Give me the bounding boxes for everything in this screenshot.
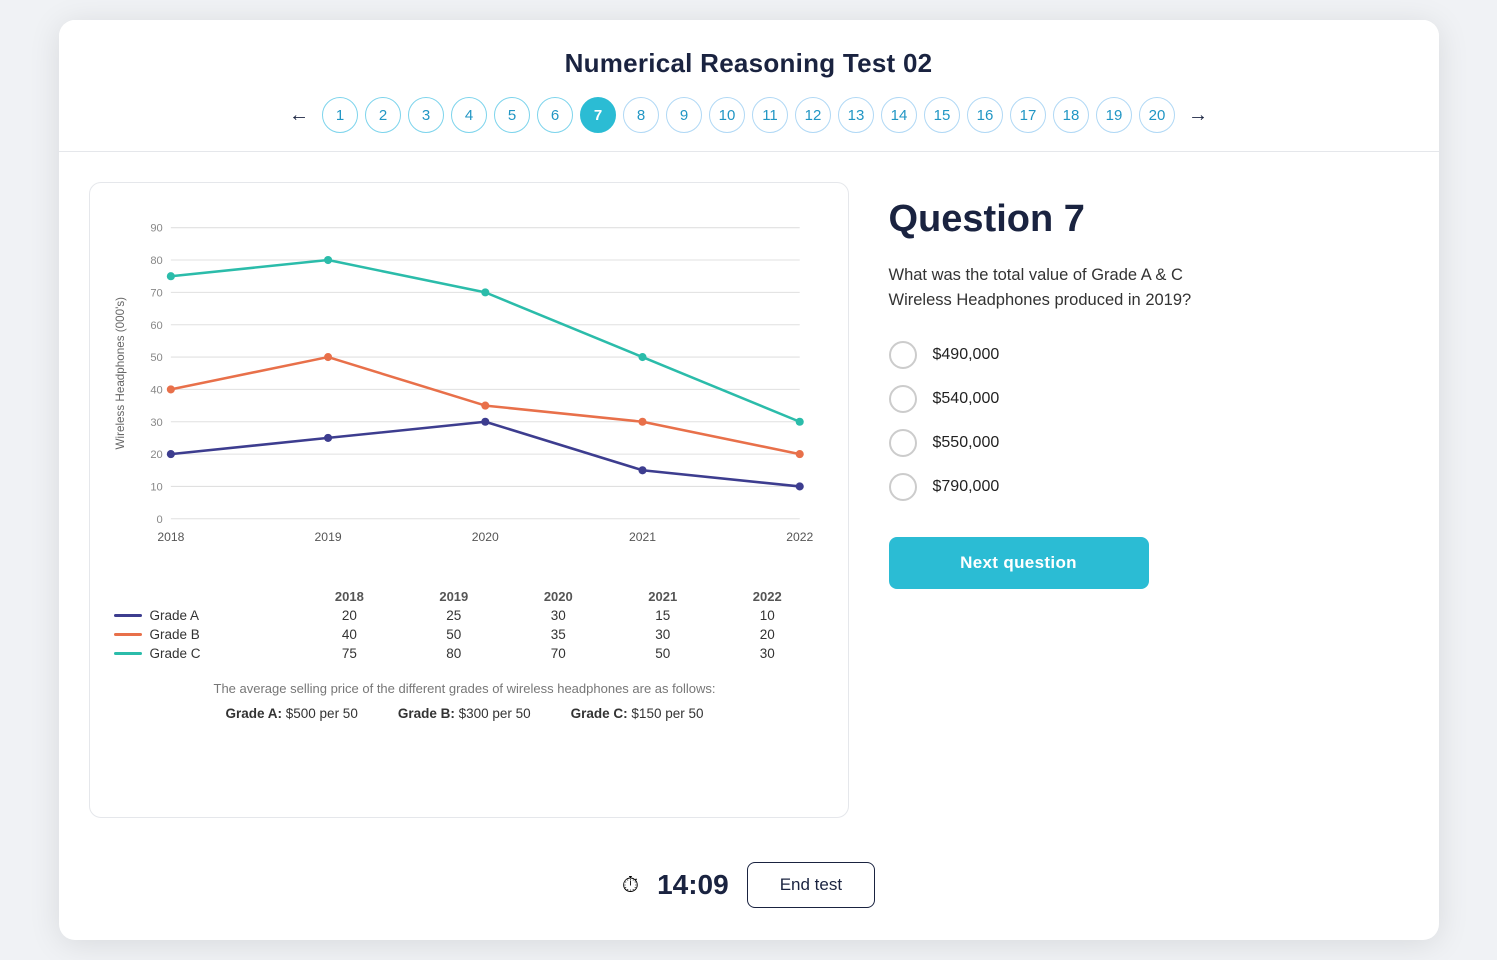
nav-question-1[interactable]: 1 [322, 97, 358, 133]
option-a[interactable]: $490,000 [889, 341, 1409, 369]
radio-b[interactable] [889, 385, 917, 413]
radio-d[interactable] [889, 473, 917, 501]
price-item: Grade B: $300 per 50 [398, 706, 531, 721]
svg-text:90: 90 [150, 223, 162, 235]
svg-text:2021: 2021 [628, 530, 655, 544]
end-test-button[interactable]: End test [747, 862, 875, 908]
svg-text:2022: 2022 [786, 530, 813, 544]
nav-question-15[interactable]: 15 [924, 97, 960, 133]
svg-text:2018: 2018 [157, 530, 184, 544]
option-label-d: $790,000 [933, 478, 1000, 496]
chart-note: The average selling price of the differe… [110, 681, 820, 696]
next-question-button[interactable]: Next question [889, 537, 1149, 589]
question-text: What was the total value of Grade A & C … [889, 263, 1229, 313]
nav-question-5[interactable]: 5 [494, 97, 530, 133]
main-content: 0 10 20 30 40 50 60 70 80 90 2018 2019 2020 2021 2022 W… [59, 152, 1439, 818]
nav-question-14[interactable]: 14 [881, 97, 917, 133]
option-c[interactable]: $550,000 [889, 429, 1409, 457]
option-label-a: $490,000 [933, 346, 1000, 364]
svg-text:80: 80 [150, 255, 162, 267]
price-item: Grade A: $500 per 50 [226, 706, 358, 721]
nav-prev-button[interactable]: ← [283, 99, 315, 131]
nav-question-3[interactable]: 3 [408, 97, 444, 133]
footer: ⏱ 14:09 End test [59, 834, 1439, 940]
svg-text:Wireless Headphones (000's): Wireless Headphones (000's) [114, 297, 127, 450]
svg-text:60: 60 [150, 320, 162, 332]
svg-text:2020: 2020 [471, 530, 498, 544]
option-label-c: $550,000 [933, 434, 1000, 452]
chart-panel: 0 10 20 30 40 50 60 70 80 90 2018 2019 2020 2021 2022 W… [89, 182, 849, 818]
svg-text:10: 10 [150, 481, 162, 493]
nav-question-20[interactable]: 20 [1139, 97, 1175, 133]
chart-area: 0 10 20 30 40 50 60 70 80 90 2018 2019 2020 2021 2022 W… [110, 207, 820, 577]
nav-question-18[interactable]: 18 [1053, 97, 1089, 133]
nav-question-12[interactable]: 12 [795, 97, 831, 133]
nav-question-6[interactable]: 6 [537, 97, 573, 133]
nav-next-button[interactable]: → [1182, 99, 1214, 131]
question-panel: Question 7 What was the total value of G… [889, 182, 1409, 818]
nav-question-16[interactable]: 16 [967, 97, 1003, 133]
price-item: Grade C: $150 per 50 [571, 706, 704, 721]
nav-question-9[interactable]: 9 [666, 97, 702, 133]
svg-text:50: 50 [150, 352, 162, 364]
nav-question-19[interactable]: 19 [1096, 97, 1132, 133]
nav-question-10[interactable]: 10 [709, 97, 745, 133]
nav-question-13[interactable]: 13 [838, 97, 874, 133]
nav-question-17[interactable]: 17 [1010, 97, 1046, 133]
radio-a[interactable] [889, 341, 917, 369]
option-d[interactable]: $790,000 [889, 473, 1409, 501]
timer-display: 14:09 [657, 869, 729, 901]
chart-prices: Grade A: $500 per 50 Grade B: $300 per 50… [110, 706, 820, 721]
option-b[interactable]: $540,000 [889, 385, 1409, 413]
svg-text:30: 30 [150, 417, 162, 429]
nav-question-4[interactable]: 4 [451, 97, 487, 133]
app-container: Numerical Reasoning Test 02 ← 1234567891… [59, 20, 1439, 940]
page-title: Numerical Reasoning Test 02 [565, 48, 933, 79]
question-title: Question 7 [889, 198, 1409, 241]
svg-text:0: 0 [156, 514, 162, 526]
nav-question-8[interactable]: 8 [623, 97, 659, 133]
nav-numbers: 1234567891011121314151617181920 [322, 97, 1175, 133]
legend-table: 20182019202020212022Grade A2025301510Gra… [110, 587, 820, 663]
nav-question-7[interactable]: 7 [580, 97, 616, 133]
option-label-b: $540,000 [933, 390, 1000, 408]
nav-question-2[interactable]: 2 [365, 97, 401, 133]
nav-question-11[interactable]: 11 [752, 97, 788, 133]
timer-icon: ⏱ [622, 872, 639, 898]
svg-text:2019: 2019 [314, 530, 341, 544]
header: Numerical Reasoning Test 02 ← 1234567891… [59, 20, 1439, 152]
svg-text:70: 70 [150, 287, 162, 299]
options-list: $490,000 $540,000 $550,000 $790,000 [889, 341, 1409, 501]
radio-c[interactable] [889, 429, 917, 457]
chart-svg: 0 10 20 30 40 50 60 70 80 90 2018 2019 2020 2021 2022 W… [110, 207, 820, 577]
svg-text:20: 20 [150, 449, 162, 461]
svg-text:40: 40 [150, 384, 162, 396]
question-nav: ← 1234567891011121314151617181920 → [283, 97, 1214, 133]
